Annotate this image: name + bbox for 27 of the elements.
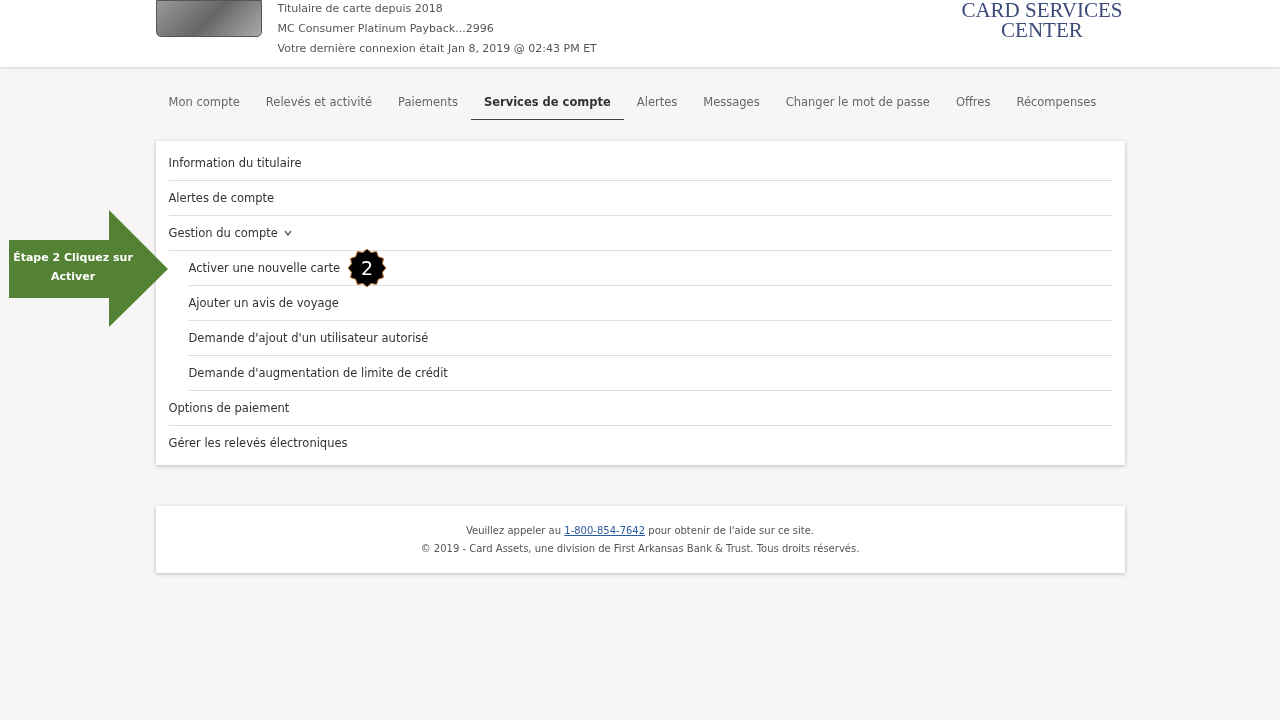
callout-arrow: Étape 2 Cliquez sur Activer: [9, 210, 169, 328]
nav-tab[interactable]: Services de compte: [470, 89, 624, 120]
submenu-link[interactable]: Demande d'ajout d'un utilisateur autorisé: [188, 331, 429, 345]
nav-tab[interactable]: Changer le mot de passe: [772, 89, 943, 120]
nav-tab[interactable]: Récompenses: [1003, 89, 1110, 120]
nav-tab[interactable]: Offres: [942, 89, 1004, 120]
phone-link[interactable]: 1-800-854-7642: [564, 525, 646, 536]
submenu-link[interactable]: Demande d'augmentation de limite de crédit: [188, 366, 448, 380]
nav-tab[interactable]: Mon compte: [155, 89, 253, 120]
copyright-text: © 2019 - Card Assets, une division de First Arkansas Bank & Trust. Tous droits réservés.: [420, 543, 860, 554]
submenu-link[interactable]: Ajouter un avis de voyage: [188, 296, 339, 310]
menu-link[interactable]: Options de paiement: [168, 401, 290, 415]
menu-link[interactable]: Gérer les relevés électroniques: [168, 436, 348, 450]
account-info-text: Votre dernière connexion était Jan 8, 2019 @ 02:43 PM ET: [277, 41, 597, 57]
nav-tab[interactable]: Messages: [690, 89, 773, 120]
menu-link[interactable]: Information du titulaire: [168, 156, 302, 170]
menu-link[interactable]: Alertes de compte: [168, 191, 275, 205]
logo: CARD SERVICES CENTER: [961, 0, 1123, 40]
account-info-text: MC Consumer Platinum Payback...2996: [277, 21, 495, 37]
step-badge: 2: [348, 249, 387, 287]
help-text: Veuillez appeler au 1-800-854-7642 pour obtenir de l'aide sur ce site.: [465, 525, 815, 536]
account-info-text: Titulaire de carte depuis 2018: [277, 1, 444, 17]
nav-tab[interactable]: Alertes: [623, 89, 691, 120]
nav-tab[interactable]: Paiements: [385, 89, 471, 120]
menu-link[interactable]: Gestion du compte: [168, 226, 278, 240]
nav-tab[interactable]: Relevés et activité: [252, 89, 386, 120]
submenu-link[interactable]: Activer une nouvelle carte: [188, 261, 341, 275]
